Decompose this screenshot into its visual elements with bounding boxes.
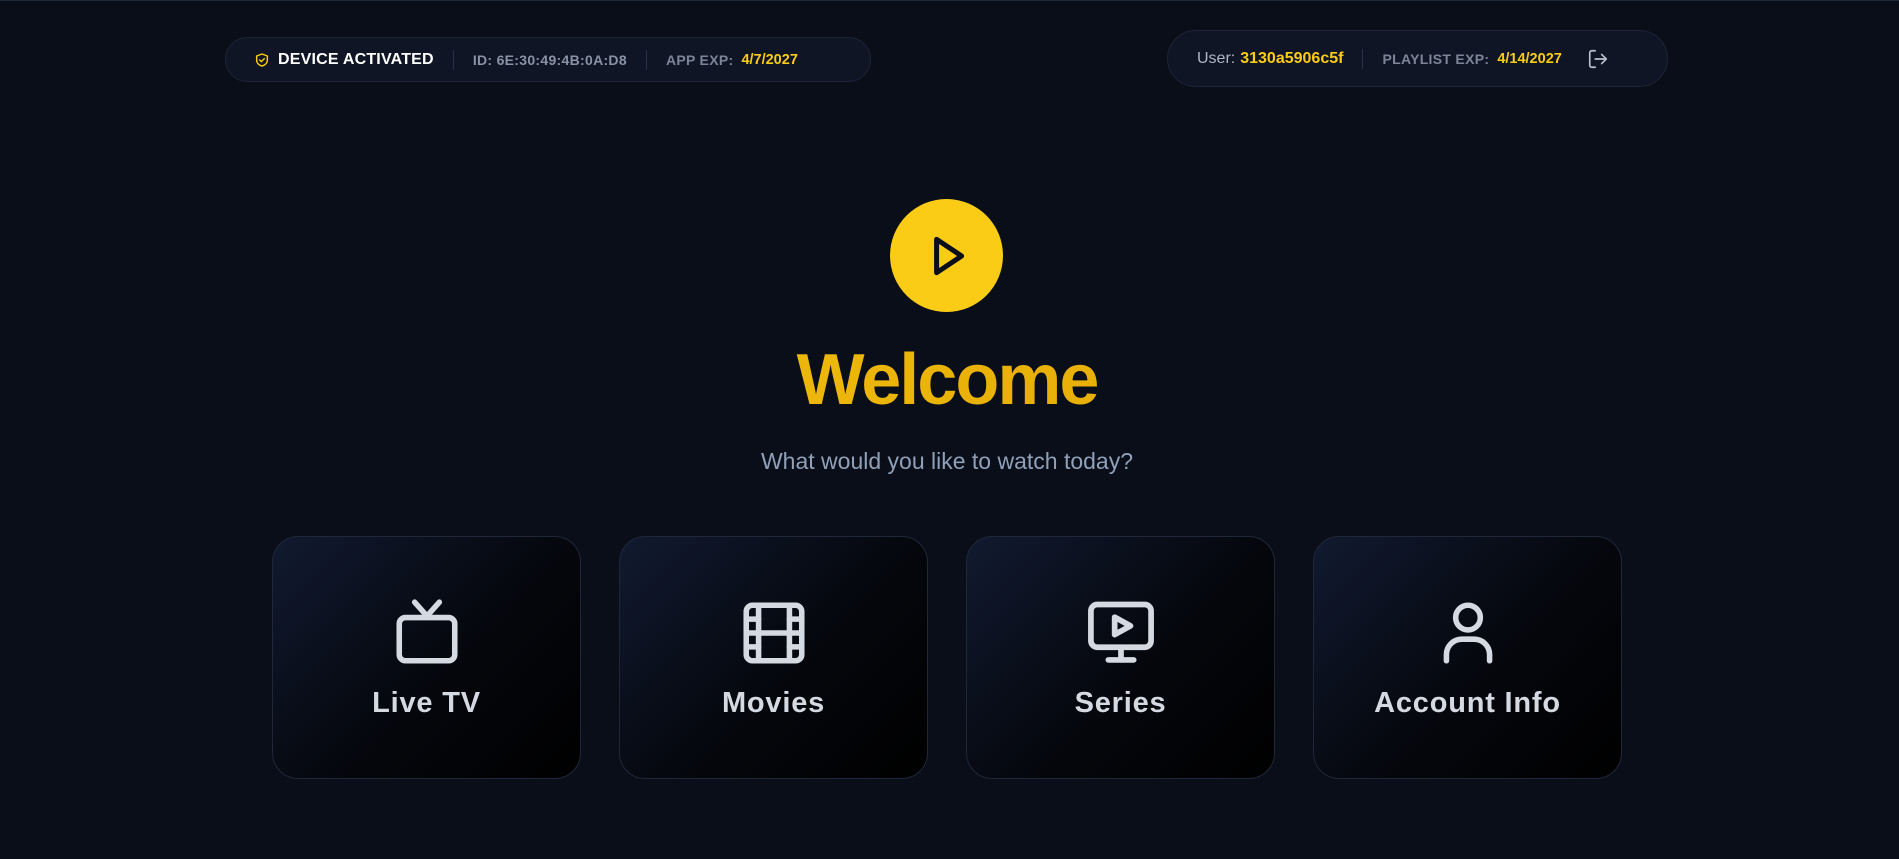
menu-card-live-tv[interactable]: Live TV (272, 536, 581, 779)
divider (1362, 48, 1364, 69)
play-button[interactable] (890, 199, 1003, 312)
app-exp-label: APP EXP: (665, 51, 734, 68)
account-bar: User: 3130a5906c5f PLAYLIST EXP: 4/14/20… (1167, 30, 1668, 87)
icon-wrap (1083, 595, 1159, 671)
playlist-exp-label: PLAYLIST EXP: (1382, 50, 1490, 67)
menu-card-label: Movies (721, 687, 826, 719)
play-icon (933, 236, 964, 275)
user-icon (1443, 602, 1492, 664)
welcome-subtitle: What would you like to watch today? (760, 448, 1134, 474)
device-id: ID: 6E:30:49:4B:0A:D8 (472, 51, 627, 68)
divider (645, 49, 647, 70)
device-status-bar: DEVICE ACTIVATED ID: 6E:30:49:4B:0A:D8 A… (225, 37, 871, 82)
menu-card-series[interactable]: Series (966, 536, 1275, 779)
tv-icon (395, 599, 458, 664)
monitor-play-icon (1087, 601, 1154, 663)
icon-wrap (736, 595, 812, 671)
icon-wrap (389, 595, 465, 671)
menu-card-label: Live TV (372, 687, 481, 719)
logout-icon (1588, 49, 1607, 68)
shield-check-icon (255, 52, 269, 67)
menu-card-account-info[interactable]: Account Info (1313, 536, 1622, 779)
divider (452, 49, 454, 70)
welcome-title: Welcome (0, 344, 1894, 416)
menu-card-movies[interactable]: Movies (619, 536, 928, 779)
user-value: 3130a5906c5f (1240, 49, 1344, 67)
icon-wrap (1430, 595, 1506, 671)
user-label: User: (1197, 49, 1236, 67)
device-status-text: DEVICE ACTIVATED (278, 50, 434, 68)
app-exp-value: 4/7/2027 (741, 51, 798, 68)
menu-card-label: Series (1074, 687, 1167, 719)
menu-card-label: Account Info (1374, 687, 1561, 719)
playlist-exp-value: 4/14/2027 (1497, 50, 1562, 67)
logout-button[interactable] (1584, 45, 1612, 73)
film-icon (742, 602, 805, 664)
